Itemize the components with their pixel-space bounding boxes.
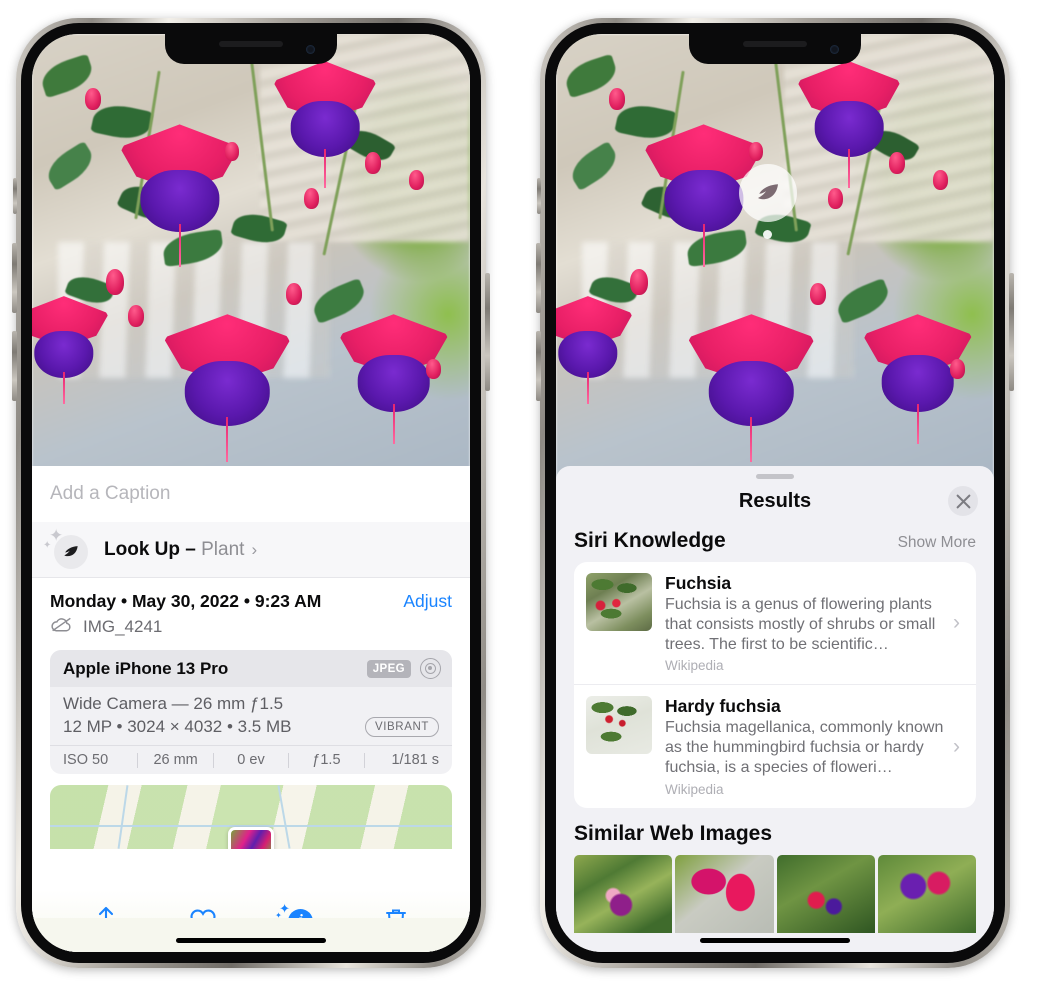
knowledge-title: Fuchsia bbox=[665, 573, 732, 593]
leaf-badge-anchor-dot bbox=[763, 230, 772, 239]
stat-aperture: ƒ1.5 bbox=[312, 752, 341, 768]
front-camera-icon bbox=[306, 45, 315, 54]
location-map[interactable] bbox=[50, 785, 452, 849]
siri-knowledge-header: Siri Knowledge Show More bbox=[556, 523, 994, 562]
web-image-thumbnail[interactable] bbox=[776, 854, 875, 933]
knowledge-description: Fuchsia magellanica, commonly known as t… bbox=[665, 719, 944, 777]
stat-ev: 0 ev bbox=[237, 752, 265, 768]
knowledge-card-list: Fuchsia Fuchsia is a genus of flowering … bbox=[574, 562, 976, 808]
stat-focal: 26 mm bbox=[153, 752, 198, 768]
results-title: Results bbox=[738, 489, 812, 512]
siri-knowledge-title: Siri Knowledge bbox=[574, 529, 726, 552]
caption-input[interactable]: Add a Caption bbox=[32, 466, 470, 522]
filename: IMG_4241 bbox=[83, 617, 163, 636]
capture-date: Monday • May 30, 2022 • 9:23 AM bbox=[50, 591, 322, 611]
front-camera-icon bbox=[830, 45, 839, 54]
knowledge-thumbnail bbox=[586, 573, 652, 631]
web-image-thumbnail[interactable] bbox=[574, 854, 673, 933]
look-up-label: Look Up – Plant bbox=[104, 538, 245, 560]
chevron-right-icon: › bbox=[953, 611, 960, 635]
exif-header: Apple iPhone 13 Pro JPEG bbox=[50, 650, 452, 687]
similar-web-images-strip bbox=[556, 854, 994, 933]
cloud-slash-icon bbox=[50, 616, 73, 638]
screenshot-stage: Add a Caption ✦ ✦ Look Up – Plant › Mond… bbox=[0, 0, 1055, 985]
screen-left: Add a Caption ✦ ✦ Look Up – Plant › Mond… bbox=[32, 34, 470, 952]
color-profile-badge: VIBRANT bbox=[364, 717, 439, 737]
sparkle-small-icon: ✦ bbox=[43, 539, 52, 551]
volume-down-button[interactable] bbox=[12, 331, 17, 401]
device-model: Apple iPhone 13 Pro bbox=[63, 658, 229, 678]
knowledge-card[interactable]: Hardy fuchsia Fuchsia magellanica, commo… bbox=[574, 684, 976, 807]
visual-lookup-results-sheet: Results Siri Knowledge Show More Fuchsia… bbox=[556, 466, 994, 952]
leaf-badge-icon[interactable] bbox=[739, 164, 797, 222]
notch bbox=[689, 34, 861, 64]
power-button[interactable] bbox=[1009, 273, 1014, 391]
format-badge: JPEG bbox=[366, 659, 411, 678]
photo-image[interactable] bbox=[32, 34, 470, 486]
chevron-right-icon: › bbox=[953, 734, 960, 758]
home-indicator[interactable] bbox=[176, 938, 326, 943]
knowledge-thumbnail bbox=[586, 696, 652, 755]
stat-iso: ISO 50 bbox=[63, 752, 109, 768]
earpiece-speaker bbox=[743, 41, 807, 47]
look-up-subject: Plant bbox=[201, 538, 245, 560]
similar-web-images-title: Similar Web Images bbox=[574, 821, 773, 845]
volume-up-button[interactable] bbox=[12, 243, 17, 313]
mute-switch[interactable] bbox=[537, 178, 541, 214]
results-header: Results bbox=[556, 479, 994, 523]
size-info: 12 MP • 3024 × 4032 • 3.5 MB bbox=[63, 717, 292, 736]
caption-placeholder: Add a Caption bbox=[50, 483, 171, 504]
look-up-icon-group: ✦ ✦ bbox=[43, 527, 88, 569]
web-image-thumbnail[interactable] bbox=[675, 854, 774, 933]
exif-stats: ISO 50 26 mm 0 ev ƒ1.5 1/181 s bbox=[50, 745, 452, 774]
exif-body: Wide Camera — 26 mm ƒ1.5 12 MP • 3024 × … bbox=[50, 687, 452, 745]
chevron-right-icon: › bbox=[251, 539, 258, 559]
lens-icon bbox=[420, 658, 441, 679]
phone-right: Results Siri Knowledge Show More Fuchsia… bbox=[536, 18, 1014, 968]
filename-row: IMG_4241 bbox=[32, 614, 470, 648]
knowledge-source: Wikipedia bbox=[665, 658, 724, 674]
toolbar-safe-area bbox=[32, 918, 470, 952]
mute-switch[interactable] bbox=[13, 178, 17, 214]
photo-image[interactable] bbox=[556, 34, 994, 486]
volume-down-button[interactable] bbox=[536, 331, 541, 401]
knowledge-card[interactable]: Fuchsia Fuchsia is a genus of flowering … bbox=[574, 562, 976, 684]
earpiece-speaker bbox=[219, 41, 283, 47]
show-more-button[interactable]: Show More bbox=[898, 534, 976, 552]
look-up-row[interactable]: ✦ ✦ Look Up – Plant › bbox=[32, 522, 470, 578]
knowledge-description: Fuchsia is a genus of flowering plants t… bbox=[665, 596, 936, 653]
lens-info: Wide Camera — 26 mm ƒ1.5 bbox=[63, 694, 284, 713]
stat-shutter: 1/181 s bbox=[391, 752, 440, 768]
power-button[interactable] bbox=[485, 273, 490, 391]
home-indicator[interactable] bbox=[700, 938, 850, 943]
exif-panel: Apple iPhone 13 Pro JPEG Wide Camera — 2… bbox=[50, 650, 452, 774]
web-image-thumbnail[interactable] bbox=[877, 854, 976, 933]
map-photo-pin[interactable] bbox=[228, 827, 274, 849]
capture-date-row: Monday • May 30, 2022 • 9:23 AM Adjust bbox=[32, 578, 470, 614]
knowledge-title: Hardy fuchsia bbox=[665, 696, 781, 717]
adjust-button[interactable]: Adjust bbox=[403, 591, 452, 612]
phone-left: Add a Caption ✦ ✦ Look Up – Plant › Mond… bbox=[12, 18, 490, 968]
volume-up-button[interactable] bbox=[536, 243, 541, 313]
notch bbox=[165, 34, 337, 64]
screen-right: Results Siri Knowledge Show More Fuchsia… bbox=[556, 34, 994, 952]
close-icon[interactable] bbox=[948, 486, 978, 516]
knowledge-source: Wikipedia bbox=[665, 781, 724, 797]
leaf-icon bbox=[54, 534, 88, 569]
photo-info-sheet: Add a Caption ✦ ✦ Look Up – Plant › Mond… bbox=[32, 466, 470, 952]
